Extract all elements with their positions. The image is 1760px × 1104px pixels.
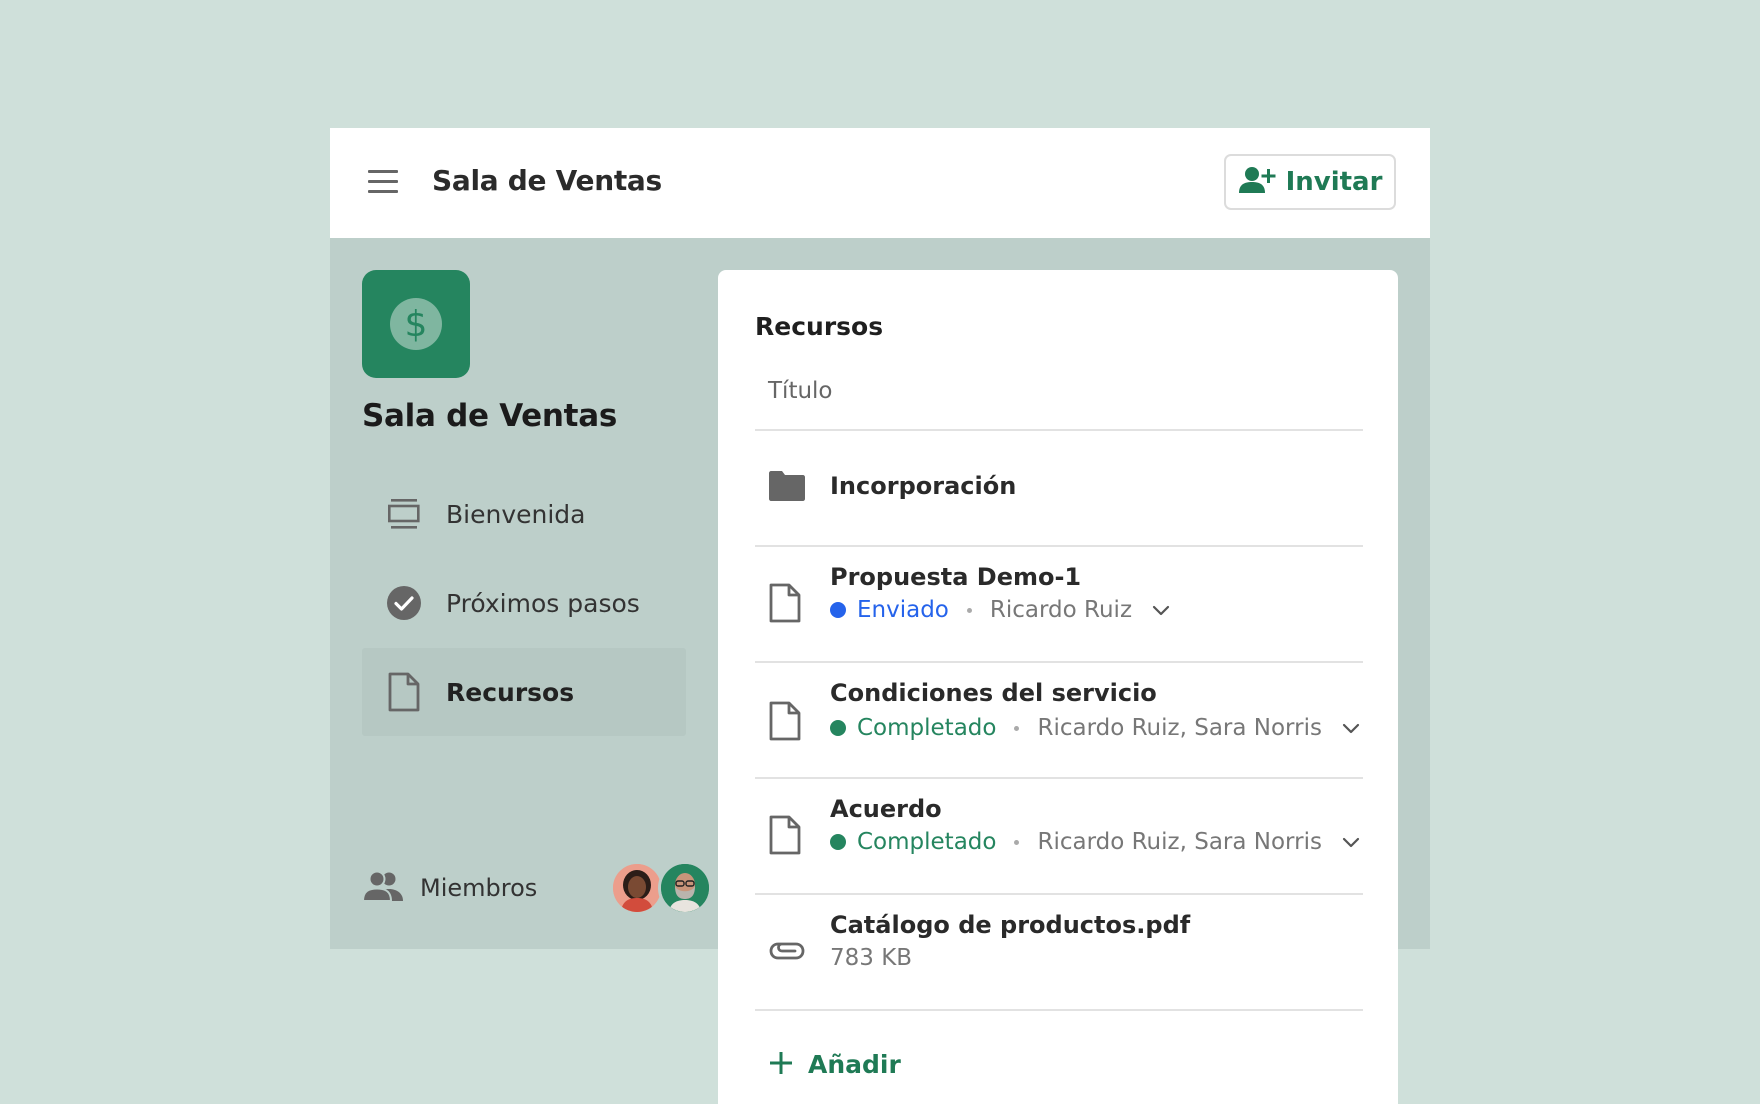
sidebar-item-recursos[interactable]: Recursos (362, 648, 686, 736)
file-size: 783 KB (830, 945, 913, 971)
add-person-icon (1238, 165, 1276, 199)
resource-meta: Enviado Ricardo Ruiz (830, 597, 1170, 623)
status-badge: Completado (857, 829, 997, 855)
add-resource-button[interactable]: Añadir (770, 1050, 901, 1079)
top-bar: Sala de Ventas Invitar (330, 128, 1430, 238)
resource-name: Condiciones del servicio (830, 679, 1157, 707)
resource-row-document[interactable]: Condiciones del servicio Completado Rica… (755, 663, 1363, 777)
sidebar-item-label: Recursos (446, 677, 575, 707)
resource-row-attachment[interactable]: Catálogo de productos.pdf 783 KB (755, 895, 1363, 1009)
resources-title: Recursos (755, 312, 884, 341)
status-badge: Enviado (857, 597, 949, 623)
resource-people: Ricardo Ruiz, Sara Norris (1037, 715, 1322, 741)
separator (1014, 725, 1020, 731)
people-icon (361, 870, 404, 906)
chevron-down-icon[interactable] (1342, 829, 1360, 855)
resource-meta: Completado Ricardo Ruiz, Sara Norris (830, 715, 1360, 741)
title-column-header[interactable]: Título (768, 378, 833, 404)
sidebar-item-proximos-pasos[interactable]: Próximos pasos (362, 559, 686, 647)
members-label: Miembros (420, 874, 538, 902)
resources-panel: Recursos Título Incorporación Propuesta … (718, 270, 1398, 1104)
welcome-icon (384, 494, 424, 534)
plus-icon (770, 1051, 792, 1078)
sidebar-item-label: Bienvenida (446, 499, 586, 529)
status-dot (830, 834, 846, 850)
avatar[interactable] (658, 861, 712, 915)
status-badge: Completado (857, 715, 997, 741)
resource-row-document[interactable]: Acuerdo Completado Ricardo Ruiz, Sara No… (755, 779, 1363, 893)
invite-label: Invitar (1285, 167, 1383, 197)
resource-row-folder[interactable]: Incorporación (755, 431, 1363, 545)
status-dot (830, 720, 846, 736)
dollar-icon: $ (390, 298, 442, 350)
page-title: Sala de Ventas (432, 164, 662, 197)
invite-button[interactable]: Invitar (1224, 154, 1396, 210)
avatar[interactable] (610, 861, 664, 915)
room-logo: $ (362, 270, 470, 378)
chevron-down-icon[interactable] (1152, 597, 1170, 623)
document-icon (769, 583, 801, 627)
chevron-down-icon[interactable] (1342, 715, 1360, 741)
divider (755, 1009, 1363, 1011)
sidebar-item-bienvenida[interactable]: Bienvenida (362, 470, 686, 558)
resource-meta: 783 KB (830, 945, 912, 971)
check-circle-icon (384, 583, 424, 623)
paperclip-icon (769, 937, 805, 969)
add-label: Añadir (808, 1050, 901, 1079)
members-section[interactable]: Miembros (361, 858, 712, 918)
resource-name: Propuesta Demo-1 (830, 563, 1082, 591)
document-icon (384, 672, 424, 712)
hamburger-menu-icon[interactable] (368, 170, 398, 194)
folder-icon (769, 471, 805, 505)
sidebar-item-label: Próximos pasos (446, 588, 640, 618)
status-dot (830, 602, 846, 618)
resource-row-document[interactable]: Propuesta Demo-1 Enviado Ricardo Ruiz (755, 547, 1363, 661)
resource-name: Acuerdo (830, 795, 942, 823)
resource-people: Ricardo Ruiz (989, 597, 1133, 623)
resource-meta: Completado Ricardo Ruiz, Sara Norris (830, 829, 1360, 855)
resource-people: Ricardo Ruiz, Sara Norris (1037, 829, 1322, 855)
document-icon (769, 815, 801, 859)
resource-name: Catálogo de productos.pdf (830, 911, 1191, 939)
separator (966, 607, 972, 613)
resource-name: Incorporación (830, 472, 1017, 500)
separator (1014, 839, 1020, 845)
room-name: Sala de Ventas (362, 398, 617, 434)
document-icon (769, 701, 801, 745)
